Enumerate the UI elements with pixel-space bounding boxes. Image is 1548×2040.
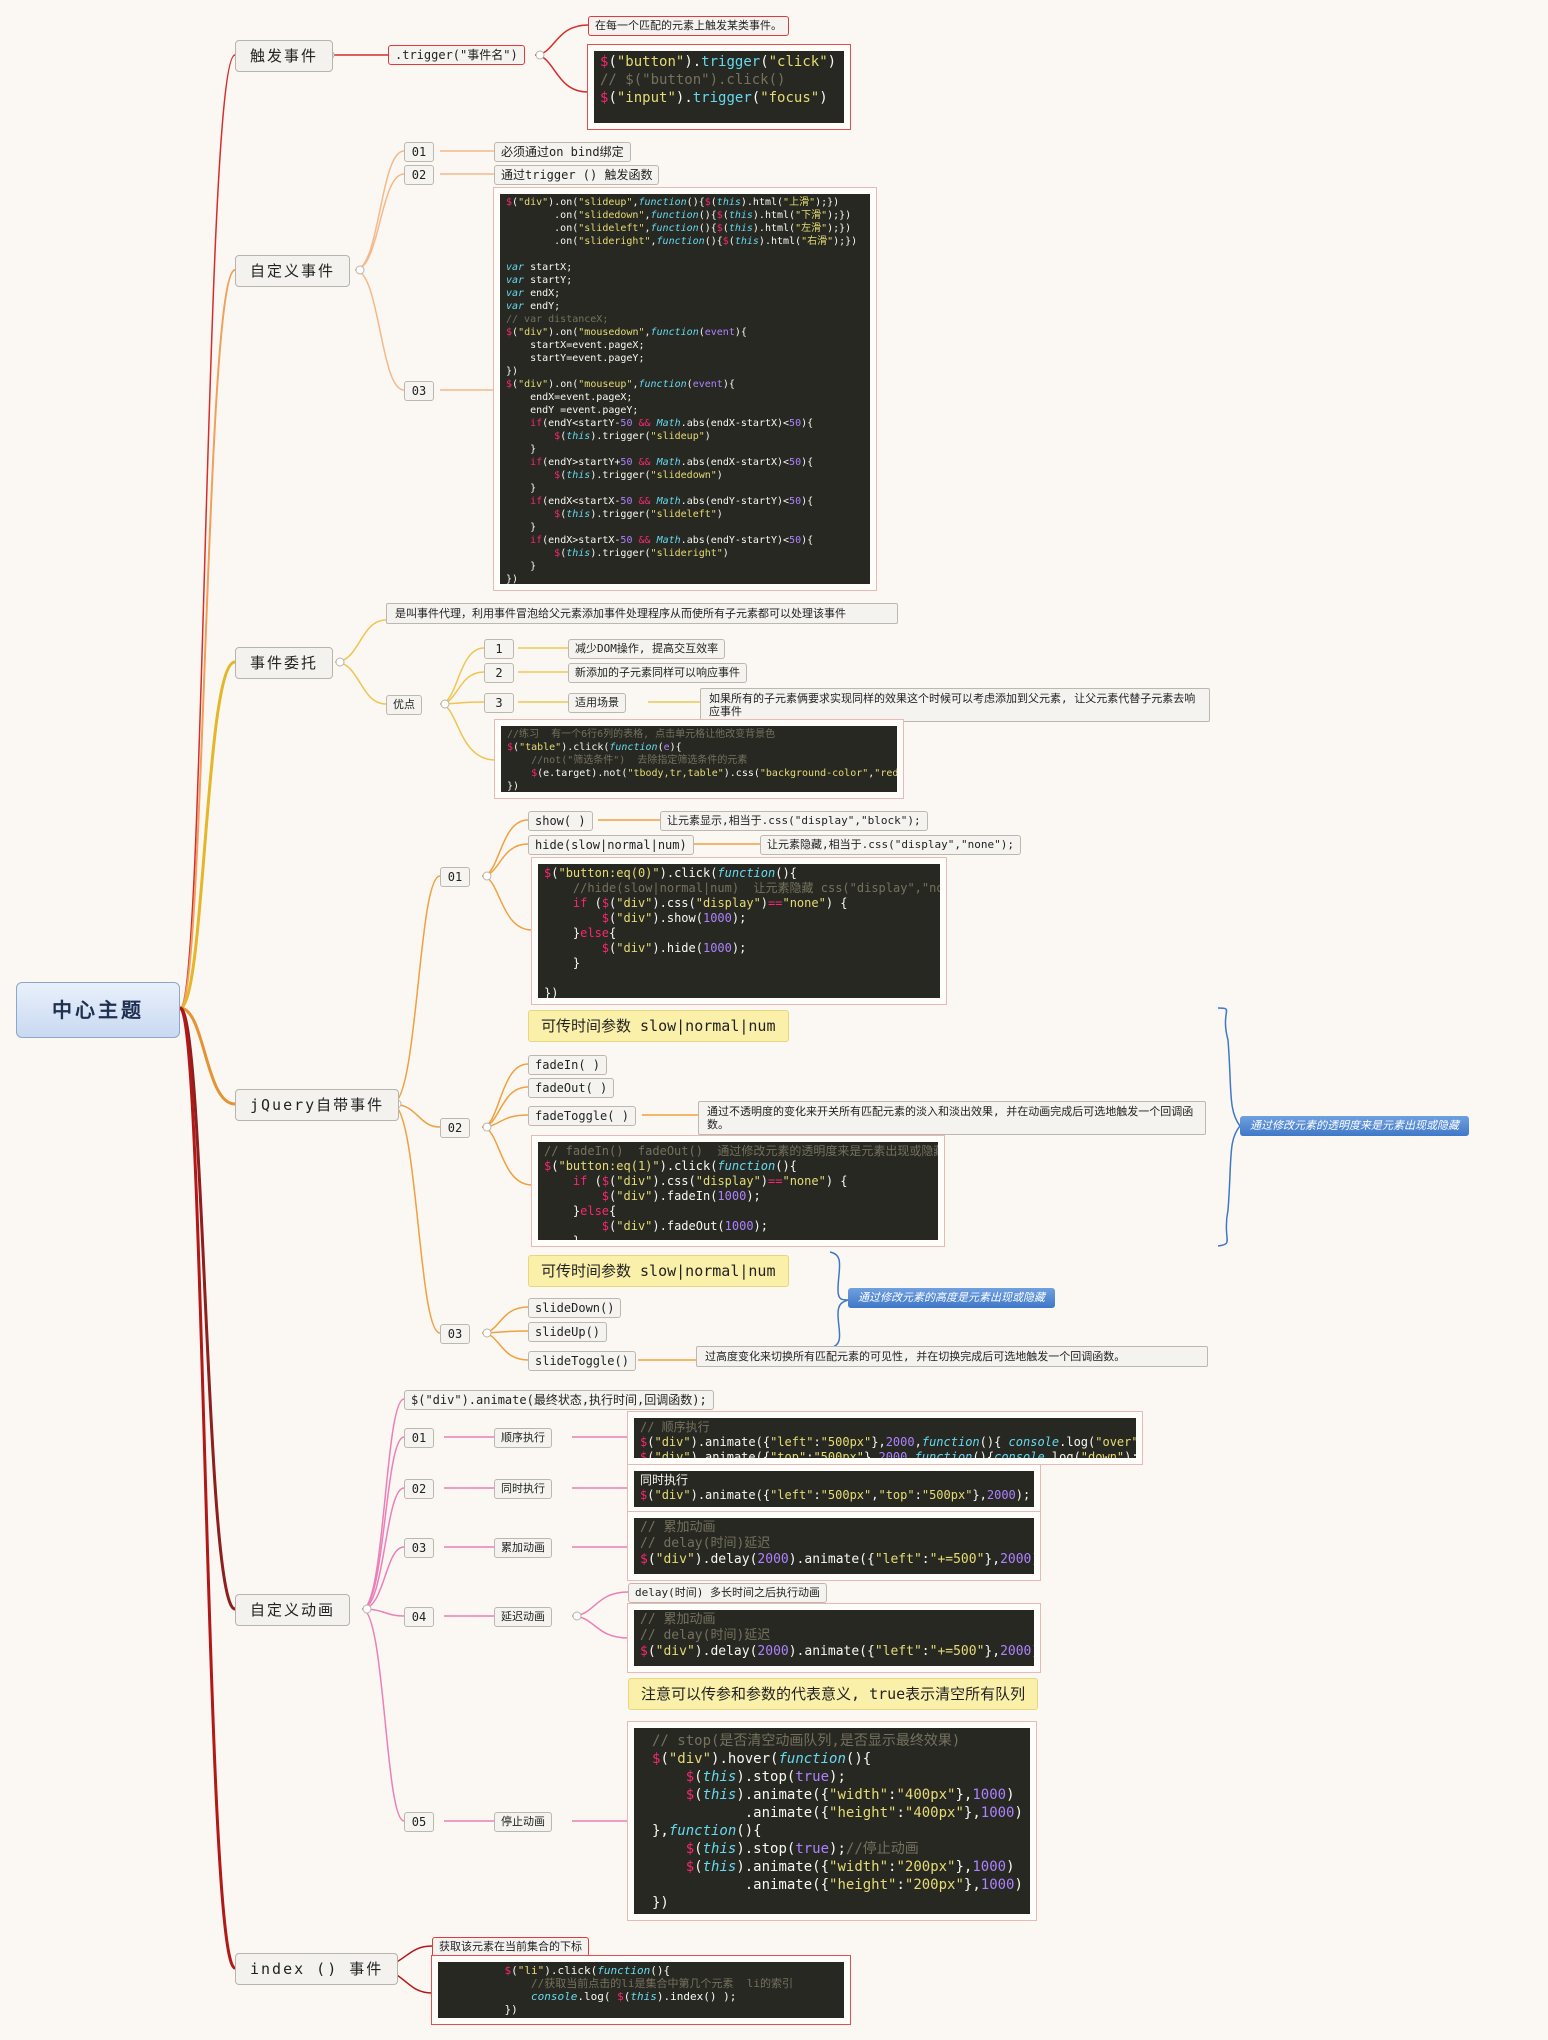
delegation-item-3[interactable]: 3 bbox=[484, 693, 514, 713]
animate-text-04[interactable]: 延迟动画 bbox=[494, 1607, 552, 1627]
custom-event-item-03[interactable]: 03 bbox=[404, 381, 434, 401]
topic-jquery-builtin[interactable]: jQuery自带事件 bbox=[235, 1089, 400, 1121]
cumulative-code: // 累加动画 // delay(时间)延迟 $("div").delay(20… bbox=[627, 1511, 1041, 1581]
fade-code: // fadeIn() fadeOut() 通过修改元素的透明度来是元素出现或隐… bbox=[531, 1135, 945, 1247]
simultaneous-code: 同时执行 $("div").animate({"left":"500px","t… bbox=[627, 1464, 1041, 1514]
hide-method[interactable]: hide(slow|normal|num) bbox=[528, 835, 694, 855]
opacity-note[interactable]: 通过修改元素的透明度来是元素出现或隐藏 bbox=[1240, 1116, 1469, 1136]
central-topic[interactable]: 中心主题 bbox=[16, 982, 180, 1038]
topic-event-delegation[interactable]: 事件委托 bbox=[235, 647, 334, 679]
delegation-text-2[interactable]: 新添加的子元素同样可以响应事件 bbox=[568, 663, 747, 683]
jquery-group-02[interactable]: 02 bbox=[440, 1118, 470, 1138]
time-param-note-2[interactable]: 可传时间参数 slow|normal|num bbox=[528, 1255, 789, 1287]
fadetoggle-desc[interactable]: 通过不透明度的变化来开关所有匹配元素的淡入和淡出效果, 并在动画完成后可选地触发… bbox=[698, 1101, 1206, 1135]
animate-text-02[interactable]: 同时执行 bbox=[494, 1479, 552, 1499]
slidetoggle-desc[interactable]: 过高度变化来切换所有匹配元素的可见性, 并在切换完成后可选地触发一个回调函数。 bbox=[696, 1346, 1208, 1367]
custom-event-code: $("div").on("slideup",function(){$(this)… bbox=[493, 187, 877, 591]
delegation-advantage[interactable]: 优点 bbox=[386, 695, 422, 715]
fadeout-method[interactable]: fadeOut( ) bbox=[528, 1078, 615, 1098]
stop-code: // stop(是否清空动画队列,是否显示最终效果) $("div").hove… bbox=[627, 1721, 1037, 1921]
time-param-note[interactable]: 可传时间参数 slow|normal|num bbox=[528, 1010, 789, 1042]
delegation-item-2[interactable]: 2 bbox=[484, 663, 514, 683]
trigger-desc[interactable]: 在每一个匹配的元素上触发某类事件。 bbox=[588, 16, 789, 36]
topic-trigger-event[interactable]: 触发事件 bbox=[235, 40, 334, 72]
delay-code: // 累加动画 // delay(时间)延迟 $("div").delay(20… bbox=[627, 1603, 1041, 1673]
animate-item-05[interactable]: 05 bbox=[404, 1812, 434, 1832]
fadetoggle-method[interactable]: fadeToggle( ) bbox=[528, 1106, 636, 1126]
animate-text-01[interactable]: 顺序执行 bbox=[494, 1428, 552, 1448]
show-method[interactable]: show( ) bbox=[528, 811, 593, 831]
slideup-method[interactable]: slideUp() bbox=[528, 1322, 608, 1342]
trigger-code: $("button").trigger("click") // $("butto… bbox=[587, 44, 851, 130]
custom-event-text-01[interactable]: 必须通过on bind绑定 bbox=[494, 142, 631, 162]
animate-item-02[interactable]: 02 bbox=[404, 1479, 434, 1499]
slidedown-method[interactable]: slideDown() bbox=[528, 1298, 622, 1318]
delegation-scene-desc[interactable]: 如果所有的子元素俩要求实现同样的效果这个时候可以考虑添加到父元素, 让父元素代替… bbox=[700, 688, 1210, 722]
jquery-group-01[interactable]: 01 bbox=[440, 867, 470, 887]
hide-desc[interactable]: 让元素隐藏,相当于.css("display","none"); bbox=[760, 835, 1021, 855]
jquery-group-03[interactable]: 03 bbox=[440, 1324, 470, 1344]
fadein-method[interactable]: fadeIn( ) bbox=[528, 1055, 608, 1075]
animate-item-03[interactable]: 03 bbox=[404, 1538, 434, 1558]
animate-item-04[interactable]: 04 bbox=[404, 1607, 434, 1627]
sequential-code: // 顺序执行 $("div").animate({"left":"500px"… bbox=[627, 1411, 1143, 1465]
delegation-text-3[interactable]: 适用场景 bbox=[568, 693, 626, 713]
animate-syntax[interactable]: $("div").animate(最终状态,执行时间,回调函数); bbox=[404, 1390, 714, 1410]
animate-text-05[interactable]: 停止动画 bbox=[494, 1812, 552, 1832]
custom-event-item-02[interactable]: 02 bbox=[404, 165, 434, 185]
topic-custom-animation[interactable]: 自定义动画 bbox=[235, 1594, 351, 1626]
delegation-item-1[interactable]: 1 bbox=[484, 639, 514, 659]
index-desc[interactable]: 获取该元素在当前集合的下标 bbox=[432, 1937, 589, 1957]
delegation-text-1[interactable]: 减少DOM操作, 提高交互效率 bbox=[568, 639, 726, 659]
topic-custom-event[interactable]: 自定义事件 bbox=[235, 255, 351, 287]
animate-item-01[interactable]: 01 bbox=[404, 1428, 434, 1448]
custom-event-text-02[interactable]: 通过trigger () 触发函数 bbox=[494, 165, 660, 185]
show-desc[interactable]: 让元素显示,相当于.css("display","block"); bbox=[660, 811, 928, 831]
stop-note[interactable]: 注意可以传参和参数的代表意义, true表示清空所有队列 bbox=[628, 1678, 1039, 1710]
slidetoggle-method[interactable]: slideToggle() bbox=[528, 1351, 636, 1371]
delegation-desc[interactable]: 是叫事件代理，利用事件冒泡给父元素添加事件处理程序从而使所有子元素都可以处理该事… bbox=[386, 603, 898, 624]
delegation-code: //练习 有一个6行6列的表格, 点击单元格让他改变背景色 $("table")… bbox=[494, 719, 904, 799]
trigger-method[interactable]: .trigger("事件名") bbox=[388, 45, 525, 65]
topic-index-event[interactable]: index () 事件 bbox=[235, 1953, 399, 1985]
custom-event-item-01[interactable]: 01 bbox=[404, 142, 434, 162]
show-hide-code: $("button:eq(0)").click(function(){ //hi… bbox=[531, 857, 947, 1005]
height-note[interactable]: 通过修改元素的高度是元素出现或隐藏 bbox=[848, 1288, 1055, 1308]
delay-desc[interactable]: delay(时间) 多长时间之后执行动画 bbox=[628, 1583, 827, 1603]
animate-text-03[interactable]: 累加动画 bbox=[494, 1538, 552, 1558]
index-code: $("li").click(function(){ //获取当前点击的li是集合… bbox=[431, 1955, 851, 2025]
